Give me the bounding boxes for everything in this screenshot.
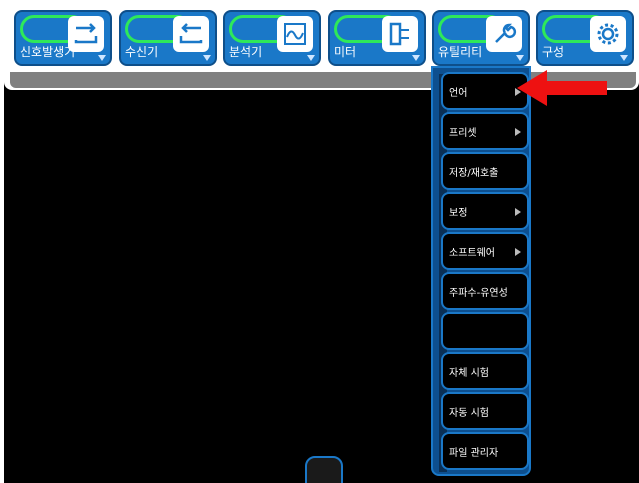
- bottom-drawer-handle[interactable]: [305, 456, 343, 483]
- menu-item-label: 프리셋: [449, 127, 477, 139]
- tab-analyzer[interactable]: 분석기: [223, 10, 321, 66]
- menu-item-label: 자동 시험: [449, 407, 489, 419]
- tab-label: 수신기: [125, 45, 159, 59]
- menu-item-preset[interactable]: 프리셋: [441, 112, 529, 150]
- tab-configuration[interactable]: 구성: [536, 10, 634, 66]
- menu-item-label: 자체 시험: [449, 367, 489, 379]
- menu-item-language[interactable]: 언어: [441, 72, 529, 110]
- menu-item-label: 언어: [449, 87, 468, 99]
- menu-item-software[interactable]: 소프트웨어: [441, 232, 529, 270]
- chevron-down-icon: [203, 55, 211, 61]
- annotation-arrow-icon: [517, 70, 607, 106]
- menu-item-label: 주파수-유연성: [449, 287, 508, 299]
- receiver-icon: [173, 16, 209, 52]
- menu-item-label: 파일 관리자: [449, 447, 499, 459]
- menu-item-auto-test[interactable]: 자동 시험: [441, 392, 529, 430]
- chevron-right-icon: [515, 128, 521, 136]
- menu-item-frequency-agility[interactable]: 주파수-유연성: [441, 272, 529, 310]
- tab-label: 분석기: [229, 45, 263, 59]
- chevron-down-icon: [98, 55, 106, 61]
- analyzer-icon: [277, 16, 313, 52]
- tab-label: 미터: [334, 45, 357, 59]
- tab-meter[interactable]: 미터: [328, 10, 426, 66]
- tab-signal-generator[interactable]: 신호발생기: [14, 10, 112, 66]
- tab-receiver[interactable]: 수신기: [119, 10, 217, 66]
- tab-label: 신호발생기: [20, 45, 76, 59]
- chevron-down-icon: [307, 55, 315, 61]
- menu-item-label: 보정: [449, 207, 468, 219]
- chevron-right-icon: [515, 208, 521, 216]
- meter-icon: [382, 16, 418, 52]
- menu-item-calibration[interactable]: 보정: [441, 192, 529, 230]
- chevron-right-icon: [515, 248, 521, 256]
- tab-label: 유틸리티: [438, 45, 483, 59]
- menu-item-label: 저장/재호출: [449, 167, 499, 179]
- chevron-down-icon: [412, 55, 420, 61]
- chevron-down-icon: [516, 55, 524, 61]
- menu-item-save-recall[interactable]: 저장/재호출: [441, 152, 529, 190]
- menu-item-self-test[interactable]: 자체 시험: [441, 352, 529, 390]
- chevron-down-icon: [620, 55, 628, 61]
- tab-utility[interactable]: 유틸리티: [432, 10, 530, 66]
- menu-item-label: 소프트웨어: [449, 247, 495, 259]
- menu-item-empty[interactable]: [441, 312, 529, 350]
- tab-label: 구성: [542, 45, 565, 59]
- wrench-icon: [486, 16, 522, 52]
- menu-item-file-manager[interactable]: 파일 관리자: [441, 432, 529, 470]
- gear-icon: [590, 16, 626, 52]
